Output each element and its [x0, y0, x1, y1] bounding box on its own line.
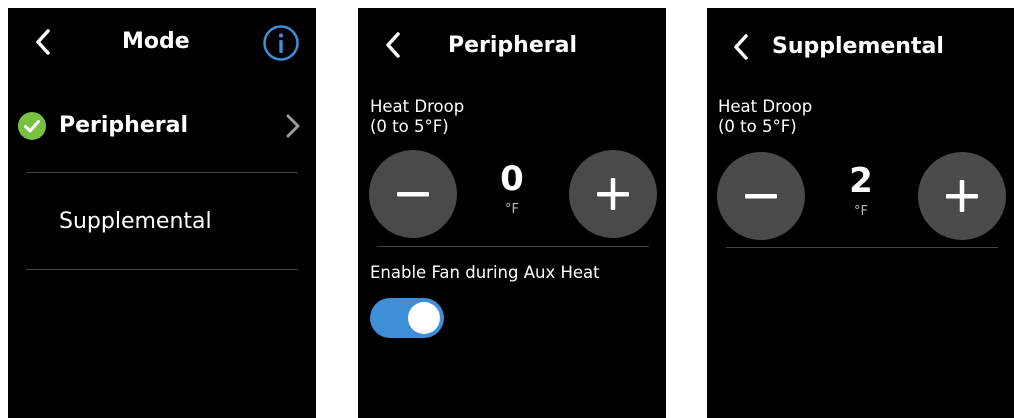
heat-droop-value: 2: [849, 161, 873, 201]
increase-button[interactable]: [918, 152, 1006, 240]
page-title: Peripheral: [448, 33, 578, 58]
plus-icon: [597, 178, 629, 210]
toggle-knob: [408, 302, 440, 334]
peripheral-screen: Peripheral Heat Droop (0 to 5°F) 0 °F En…: [358, 8, 666, 418]
increase-button[interactable]: [569, 150, 657, 238]
divider: [377, 246, 649, 247]
page-title: Supplemental: [772, 34, 944, 59]
decrease-button[interactable]: [717, 152, 805, 240]
page-title: Mode: [122, 29, 190, 54]
back-icon[interactable]: [727, 32, 757, 62]
check-circle-icon: [18, 112, 46, 140]
divider: [26, 172, 298, 173]
heat-droop-label: Heat Droop: [370, 97, 465, 116]
back-icon[interactable]: [29, 27, 59, 57]
heat-droop-range: (0 to 5°F): [370, 117, 449, 136]
decrease-button[interactable]: [369, 150, 457, 238]
unit-label: °F: [505, 202, 519, 217]
plus-icon: [946, 180, 978, 212]
supplemental-screen: Supplemental Heat Droop (0 to 5°F) 2 °F: [707, 8, 1014, 418]
unit-label: °F: [854, 204, 868, 219]
fan-aux-heat-toggle[interactable]: [370, 298, 444, 338]
minus-icon: [397, 192, 429, 197]
info-icon[interactable]: [262, 24, 300, 62]
mode-option-label: Supplemental: [59, 209, 212, 234]
fan-aux-heat-label: Enable Fan during Aux Heat: [370, 263, 600, 282]
back-icon[interactable]: [379, 30, 409, 60]
chevron-right-icon: [283, 113, 303, 139]
heat-droop-range: (0 to 5°F): [718, 117, 797, 136]
heat-droop-value: 0: [500, 159, 524, 199]
divider: [726, 247, 998, 248]
mode-option-label: Peripheral: [59, 113, 189, 138]
mode-screen: Mode Peripheral Supplemental: [8, 8, 316, 418]
minus-icon: [745, 194, 777, 199]
heat-droop-label: Heat Droop: [718, 97, 813, 116]
divider: [26, 269, 298, 270]
